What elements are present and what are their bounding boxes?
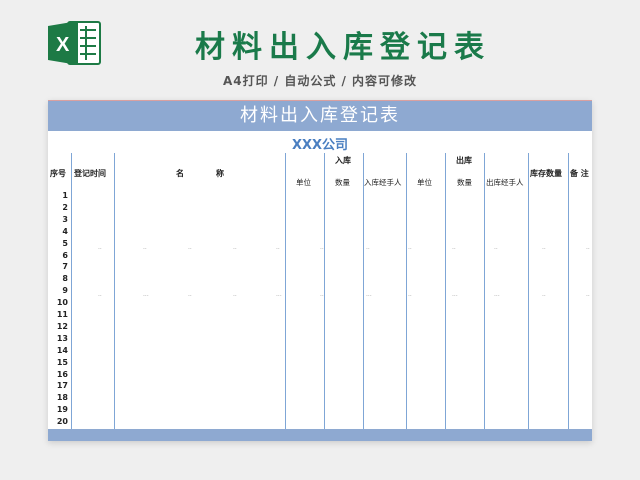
cell-dots: ··	[408, 246, 412, 253]
grid-line	[363, 153, 364, 429]
row-number: 15	[56, 357, 68, 367]
row-number: 13	[56, 333, 68, 343]
cell-dots: ··	[233, 246, 237, 253]
cell-dots: ··	[143, 246, 147, 253]
grid-line	[285, 153, 286, 429]
col-header-name-2: 称	[216, 169, 224, 178]
cell-dots: ··	[542, 246, 546, 253]
cell-dots: ··	[320, 293, 324, 300]
sheet-footer-bar	[48, 429, 592, 441]
row-number: 5	[62, 238, 68, 248]
grid-line	[445, 153, 446, 429]
cell-dots: ···	[276, 293, 282, 300]
cell-dots: ··	[233, 293, 237, 300]
spreadsheet-preview: 材料出入库登记表 XXX公司 序号 登记时间 名 称 入库 出库 单位 数量 入…	[48, 100, 592, 441]
col-header-remark: 备 注	[570, 169, 589, 178]
row-number: 9	[62, 286, 68, 296]
row-number: 19	[56, 405, 68, 415]
row-number: 17	[56, 381, 68, 391]
col-header-out-group: 出库	[456, 156, 472, 165]
cell-dots: ··	[188, 246, 192, 253]
cell-dots: ···	[452, 293, 458, 300]
grid-line	[406, 153, 407, 429]
cell-dots: ··	[320, 246, 324, 253]
page-subtitle: A4打印 / 自动公式 / 内容可修改	[222, 74, 418, 88]
grid-line	[484, 153, 485, 429]
col-header-seq: 序号	[50, 169, 66, 178]
grid-line	[114, 153, 115, 429]
cell-dots: ··	[98, 293, 102, 300]
col-header-out-unit: 单位	[417, 178, 432, 187]
col-header-in-group: 入库	[335, 156, 351, 165]
cell-dots: ··	[452, 246, 456, 253]
cell-dots: ··	[188, 293, 192, 300]
page-title: 材料出入库登记表	[195, 30, 491, 65]
col-header-out-qty: 数量	[457, 178, 472, 187]
cell-dots: ··	[276, 246, 280, 253]
sheet-banner: 材料出入库登记表	[48, 101, 592, 131]
cell-dots: ···	[366, 293, 372, 300]
cell-dots: ··	[586, 293, 590, 300]
cell-dots: ···	[494, 293, 500, 300]
row-number: 18	[56, 393, 68, 403]
grid-line	[71, 153, 72, 429]
cell-dots: ··	[366, 246, 370, 253]
company-name: XXX公司	[291, 138, 349, 153]
col-header-date: 登记时间	[74, 169, 106, 178]
col-header-in-handler: 入库经手人	[364, 178, 402, 187]
col-header-name-1: 名	[176, 169, 184, 178]
col-header-in-unit: 单位	[296, 178, 311, 187]
col-header-in-qty: 数量	[335, 178, 350, 187]
row-number: 20	[56, 417, 68, 427]
row-number: 7	[62, 262, 68, 272]
row-number: 11	[56, 310, 68, 319]
grid-line	[528, 153, 529, 429]
cell-dots: ··	[408, 293, 412, 300]
row-number: 6	[62, 250, 68, 260]
grid-line	[324, 153, 325, 429]
cell-dots: ··	[494, 246, 498, 253]
row-number: 3	[62, 214, 68, 224]
col-header-out-handler: 出库经手人	[486, 178, 524, 187]
row-number: 1	[62, 191, 68, 200]
row-number: 14	[56, 345, 68, 355]
row-number: 10	[56, 298, 68, 308]
cell-dots: ··	[586, 246, 590, 253]
grid-line	[568, 153, 569, 429]
cell-dots: ··	[542, 293, 546, 300]
row-number: 4	[62, 226, 68, 236]
cell-dots: ···	[143, 293, 149, 300]
row-number: 12	[56, 321, 68, 331]
row-number: 16	[56, 369, 68, 379]
col-header-stock: 库存数量	[530, 169, 562, 178]
row-number: 8	[62, 274, 68, 284]
row-number: 2	[62, 202, 68, 212]
cell-dots: ··	[98, 246, 102, 253]
